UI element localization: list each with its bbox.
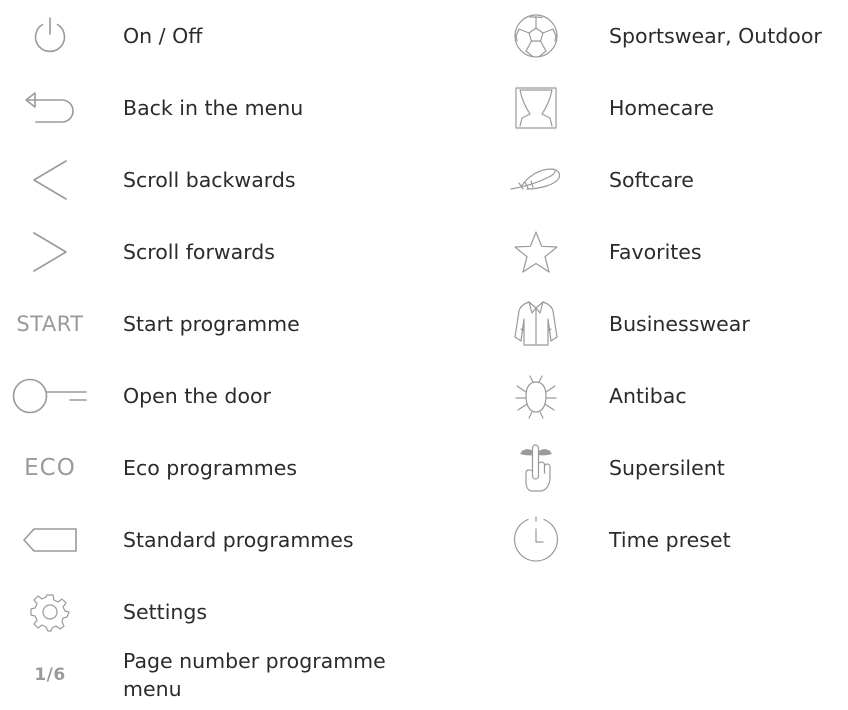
shirt-icon (490, 288, 582, 360)
legend-row-scroll-backwards: Scroll backwards (0, 144, 420, 216)
key-icon (0, 360, 100, 432)
legend-row-back: Back in the menu (0, 72, 420, 144)
curtain-window-icon (490, 72, 582, 144)
legend-row-eco: ECO Eco programmes (0, 432, 420, 504)
feather-icon (490, 144, 582, 216)
legend-label: Page number programme menu (123, 649, 386, 701)
legend-row-settings: Settings (0, 576, 420, 648)
legend-row-homecare: Homecare (490, 72, 848, 144)
legend-row-supersilent: Supersilent (490, 432, 848, 504)
symbol-legend: On / Off Back in the menu Scroll backwar… (0, 0, 848, 710)
legend-row-start: START Start programme (0, 288, 420, 360)
power-icon (0, 0, 100, 72)
legend-row-favorites: Favorites (490, 216, 848, 288)
legend-label: Time preset (609, 528, 731, 552)
legend-row-page-number: 1/6 Page number programme menu (0, 640, 420, 710)
gear-icon (0, 576, 100, 648)
start-icon-text: START (16, 312, 84, 336)
star-icon (490, 216, 582, 288)
legend-row-on-off: On / Off (0, 0, 420, 72)
legend-label: Open the door (123, 384, 271, 408)
eco-icon-text: ECO (24, 455, 76, 481)
legend-row-standard: Standard programmes (0, 504, 420, 576)
legend-label: Scroll backwards (123, 168, 296, 192)
legend-row-scroll-forwards: Scroll forwards (0, 216, 420, 288)
timer-clock-icon (490, 504, 582, 576)
start-text-icon: START (0, 288, 100, 360)
legend-label: On / Off (123, 24, 203, 48)
football-icon (490, 0, 582, 72)
legend-label: Start programme (123, 312, 300, 336)
page-number-icon: 1/6 (0, 640, 100, 710)
chevron-right-icon (0, 216, 100, 288)
bug-icon (490, 360, 582, 432)
silence-finger-icon (490, 432, 582, 504)
legend-label: Back in the menu (123, 96, 304, 120)
legend-row-businesswear: Businesswear (490, 288, 848, 360)
legend-row-open-door: Open the door (0, 360, 420, 432)
legend-row-time-preset: Time preset (490, 504, 848, 576)
legend-label: Sportswear, Outdoor (609, 24, 822, 48)
chevron-left-icon (0, 144, 100, 216)
legend-row-sportswear: Sportswear, Outdoor (490, 0, 848, 72)
legend-label: Scroll forwards (123, 240, 275, 264)
legend-label: Businesswear (609, 312, 750, 336)
legend-label: Standard programmes (123, 528, 354, 552)
legend-label: Antibac (609, 384, 687, 408)
legend-row-softcare: Softcare (490, 144, 848, 216)
legend-label: Settings (123, 600, 208, 624)
legend-label: Homecare (609, 96, 714, 120)
eco-text-icon: ECO (0, 432, 100, 504)
back-arrow-icon (0, 72, 100, 144)
legend-row-antibac: Antibac (490, 360, 848, 432)
tag-icon (0, 504, 100, 576)
legend-label: Softcare (609, 168, 694, 192)
legend-label: Favorites (609, 240, 702, 264)
page-number-icon-text: 1/6 (34, 665, 66, 685)
legend-label: Eco programmes (123, 456, 298, 480)
legend-label: Supersilent (609, 456, 725, 480)
